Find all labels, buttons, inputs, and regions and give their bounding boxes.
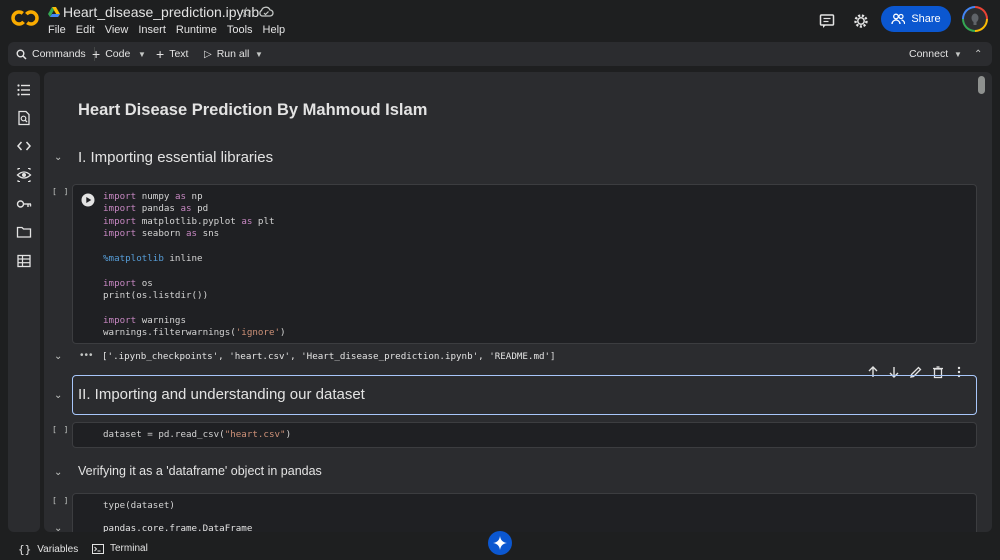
notebook-scrollbar[interactable] [978, 76, 985, 94]
search-icon [16, 49, 27, 60]
table-of-contents-icon[interactable] [16, 82, 32, 98]
connect-dropdown[interactable]: ▼ [954, 42, 962, 66]
add-text-button[interactable]: + Text [156, 42, 188, 66]
add-code-button[interactable]: + Code [92, 42, 130, 66]
notebook-title[interactable]: Heart_disease_prediction.ipynb [63, 4, 259, 20]
find-replace-icon[interactable] [16, 110, 32, 126]
code-label: Code [105, 48, 131, 60]
variables-button[interactable]: {} Variables [18, 543, 78, 556]
menu-view[interactable]: View [105, 24, 129, 36]
settings-gear-icon[interactable] [852, 12, 870, 30]
cell-execution-count: [ ] [52, 187, 70, 196]
code-dropdown[interactable]: ▼ [138, 42, 146, 66]
share-button[interactable]: Share [881, 6, 951, 32]
collapse-toolbar-button[interactable]: ⌃ [974, 42, 982, 66]
curly-braces-icon: {} [18, 543, 32, 556]
menu-help[interactable]: Help [263, 24, 286, 36]
collapse-section-chevron-icon[interactable]: ⌄ [54, 390, 62, 401]
run-all-button[interactable]: ▷ Run all [204, 42, 249, 66]
terminal-button[interactable]: Terminal [92, 543, 148, 554]
code-snippets-icon[interactable] [16, 138, 32, 154]
menu-insert[interactable]: Insert [138, 24, 166, 36]
code-editor[interactable]: dataset = pd.read_csv("heart.csv") [103, 429, 291, 441]
section-heading-2: II. Importing and understanding our data… [78, 386, 365, 403]
left-side-panel [8, 72, 40, 532]
top-bar: Heart_disease_prediction.ipynb ☆ File Ed… [0, 0, 1000, 40]
run-all-dropdown[interactable]: ▼ [255, 42, 263, 66]
menu-file[interactable]: File [48, 24, 66, 36]
play-icon: ▷ [204, 48, 212, 60]
run-all-label: Run all [216, 48, 250, 60]
drive-icon [48, 7, 60, 17]
caret-down-icon: ▼ [954, 49, 962, 59]
share-label: Share [911, 13, 941, 25]
caret-down-icon: ▼ [255, 49, 263, 59]
section-heading-1: I. Importing essential libraries [78, 149, 274, 166]
code-cell-read-csv[interactable]: dataset = pd.read_csv("heart.csv") [72, 422, 977, 448]
plus-icon: + [156, 46, 165, 62]
connect-button[interactable]: Connect [909, 42, 948, 66]
menu-edit[interactable]: Edit [76, 24, 95, 36]
output-actions-icon[interactable]: ••• [80, 350, 94, 361]
collapse-section-chevron-icon[interactable]: ⌄ [54, 152, 62, 163]
comment-icon[interactable] [818, 12, 836, 30]
people-icon [891, 13, 906, 25]
commands-button[interactable]: Commands [16, 42, 86, 66]
notebook-toolbar: Commands + Code ▼ + Text ▷ Run all ▼ Con… [8, 42, 992, 66]
code-editor[interactable]: import numpy as np import pandas as pd i… [103, 191, 286, 340]
avatar-image-icon [971, 13, 979, 25]
text-label: Text [169, 48, 189, 60]
folder-files-icon[interactable] [16, 224, 32, 240]
bottom-status-bar: {} Variables Terminal [0, 540, 1000, 560]
menu-bar: File Edit View Insert Runtime Tools Help [48, 24, 295, 36]
code-editor[interactable]: type(dataset) [103, 500, 175, 512]
run-cell-icon[interactable] [81, 193, 95, 207]
cloud-saved-icon[interactable] [258, 5, 274, 17]
code-cell-type[interactable]: type(dataset) pandas.core.frame.DataFram… [72, 493, 977, 532]
notebook-heading: Heart Disease Prediction By Mahmoud Isla… [78, 101, 428, 119]
terminal-label: Terminal [110, 543, 148, 554]
collapse-section-chevron-icon[interactable]: ⌄ [54, 467, 62, 478]
caret-down-icon: ▼ [138, 49, 146, 59]
star-icon[interactable]: ☆ [240, 4, 253, 21]
colab-logo-icon[interactable] [10, 8, 40, 28]
collapse-output-chevron-icon[interactable]: ⌄ [54, 523, 62, 532]
collapse-output-chevron-icon[interactable]: ⌄ [54, 351, 62, 362]
notebook-area[interactable]: Heart Disease Prediction By Mahmoud Isla… [44, 72, 992, 532]
cell-output-partial: pandas.core.frame.DataFrame [103, 523, 253, 532]
cell-execution-count: [ ] [52, 496, 70, 505]
data-table-icon[interactable] [16, 253, 32, 269]
terminal-icon [92, 543, 104, 554]
cell-output: ['.ipynb_checkpoints', 'heart.csv', 'Hea… [102, 351, 556, 362]
account-avatar[interactable] [962, 6, 988, 32]
key-secrets-icon[interactable] [16, 196, 32, 212]
plus-icon: + [92, 46, 101, 62]
variables-inspector-icon[interactable] [16, 167, 32, 183]
variables-label: Variables [37, 544, 79, 555]
connect-label: Connect [909, 48, 949, 60]
cell-execution-count: [ ] [52, 425, 70, 434]
commands-label: Commands [32, 48, 86, 60]
section-heading-3: Verifying it as a 'dataframe' object in … [78, 464, 322, 478]
chevron-up-icon: ⌃ [974, 48, 983, 60]
code-cell-imports[interactable]: import numpy as np import pandas as pd i… [72, 184, 977, 344]
menu-runtime[interactable]: Runtime [176, 24, 217, 36]
menu-tools[interactable]: Tools [227, 24, 253, 36]
